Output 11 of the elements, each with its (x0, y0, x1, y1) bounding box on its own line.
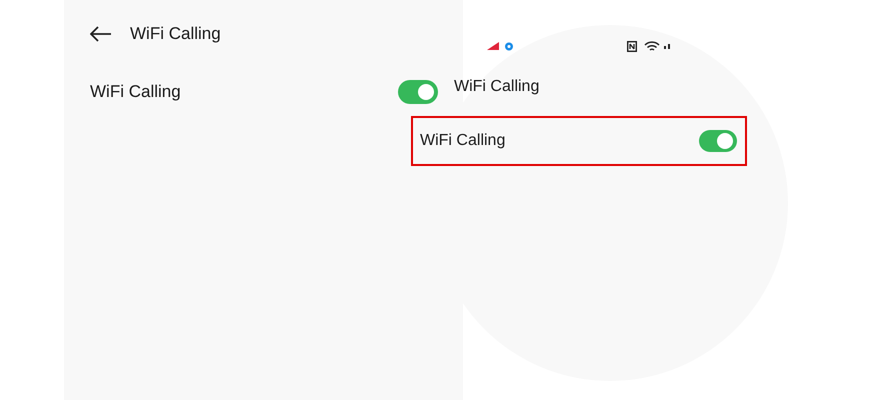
page-title: WiFi Calling (130, 24, 221, 44)
setting-label: WiFi Calling (420, 132, 506, 150)
dot-icon (505, 42, 513, 50)
signal-icon (487, 42, 499, 50)
toggle-switch[interactable] (398, 80, 438, 104)
back-icon[interactable] (90, 26, 112, 42)
wifi-icon (644, 40, 660, 52)
setting-label: WiFi Calling (90, 82, 181, 102)
signal-bars-icon (664, 43, 671, 49)
magnified-title: WiFi Calling (454, 78, 540, 96)
nfc-icon (627, 40, 637, 52)
